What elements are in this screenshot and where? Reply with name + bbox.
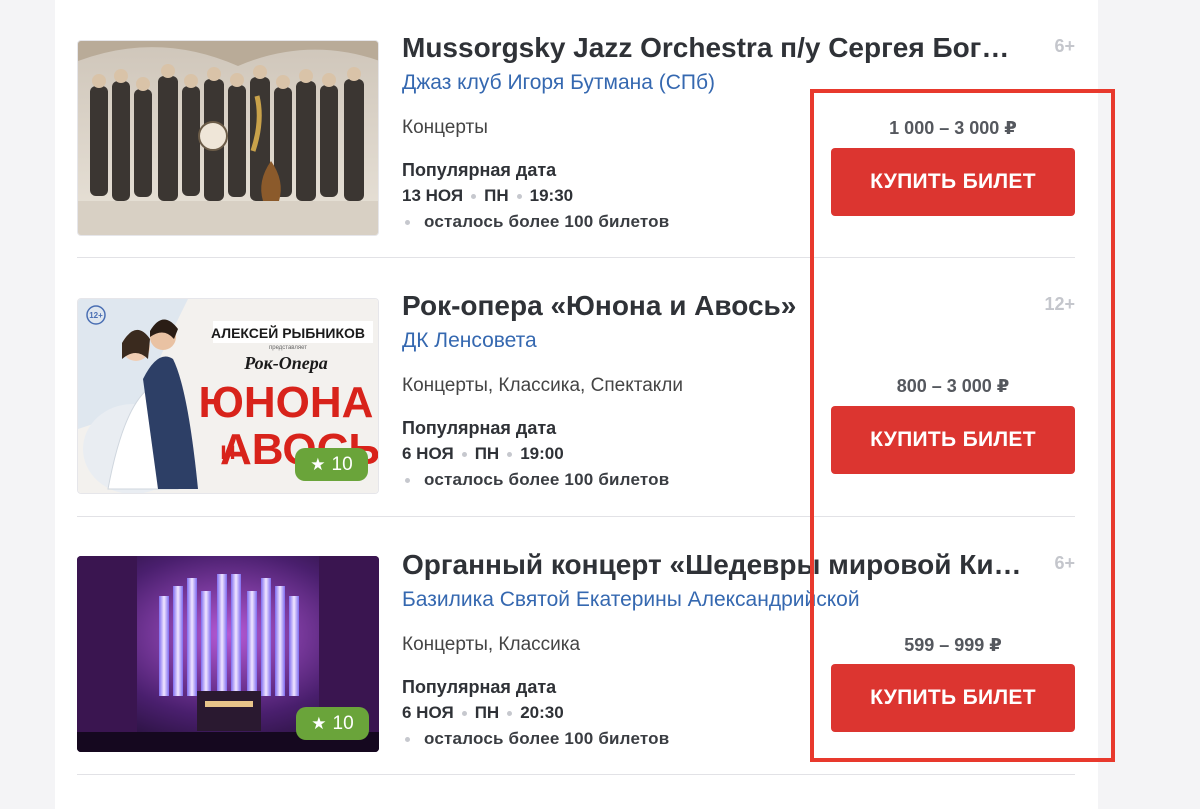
popular-date-label: Популярная дата bbox=[402, 677, 557, 697]
separator-dot bbox=[405, 736, 410, 742]
tickets-availability: осталось более 100 билетов bbox=[405, 470, 669, 490]
separator-dot bbox=[516, 193, 522, 199]
event-day: 13 НОЯ bbox=[402, 186, 464, 205]
age-rating: 6+ bbox=[1054, 36, 1075, 56]
event-image-organ-concert[interactable]: ★ 10 bbox=[77, 556, 379, 752]
event-image-juno-avos[interactable]: 12+ АЛЕКСЕЙ РЫБНИКОВ представляет Рок-Оп… bbox=[77, 298, 379, 494]
event-date: 13 НОЯ ПН 19:30 bbox=[402, 186, 573, 206]
event-category: Концерты, Классика bbox=[402, 634, 581, 655]
tickets-availability: осталось более 100 билетов bbox=[405, 212, 669, 232]
event-weekday: ПН bbox=[474, 444, 500, 463]
separator-dot bbox=[507, 451, 513, 457]
svg-text:Рок-Опера: Рок-Опера bbox=[243, 353, 327, 373]
separator-dot bbox=[405, 477, 410, 483]
venue-link[interactable]: Базилика Святой Екатерины Александрийско… bbox=[402, 588, 860, 612]
event-day: 6 НОЯ bbox=[402, 444, 454, 463]
event-weekday: ПН bbox=[484, 186, 509, 205]
rating-value: 10 bbox=[332, 712, 354, 734]
rating-value: 10 bbox=[331, 453, 353, 475]
popular-date-label: Популярная дата bbox=[402, 160, 557, 180]
highlight-annotation-box bbox=[810, 89, 1115, 762]
tickets-availability: осталось более 100 билетов bbox=[405, 729, 669, 749]
separator-dot bbox=[461, 451, 467, 457]
tickets-left-text: осталось более 100 билетов bbox=[424, 212, 670, 231]
event-title[interactable]: Mussorgsky Jazz Orchestra п/у Сергея Бог… bbox=[402, 32, 1032, 64]
svg-text:12+: 12+ bbox=[89, 311, 103, 320]
rating-badge: ★ 10 bbox=[295, 448, 368, 481]
event-time: 19:30 bbox=[529, 186, 574, 205]
separator-dot bbox=[405, 219, 410, 225]
venue-link[interactable]: ДК Ленсовета bbox=[402, 329, 537, 353]
rating-badge: ★ 10 bbox=[296, 707, 369, 740]
event-day: 6 НОЯ bbox=[402, 703, 454, 722]
event-category: Концерты, Классика, Спектакли bbox=[402, 375, 684, 396]
event-date: 6 НОЯ ПН 19:00 bbox=[402, 444, 564, 464]
event-image-jazz-orchestra[interactable] bbox=[77, 40, 379, 236]
event-date: 6 НОЯ ПН 20:30 bbox=[402, 703, 564, 723]
event-time: 19:00 bbox=[520, 444, 564, 463]
star-icon: ★ bbox=[310, 454, 326, 474]
separator-dot bbox=[461, 710, 467, 716]
separator-dot bbox=[507, 710, 513, 716]
star-icon: ★ bbox=[311, 713, 327, 733]
separator-dot bbox=[471, 193, 477, 199]
event-weekday: ПН bbox=[474, 703, 500, 722]
svg-text:представляет: представляет bbox=[269, 345, 307, 351]
popular-date-label: Популярная дата bbox=[402, 418, 557, 438]
event-category: Концерты bbox=[402, 117, 488, 138]
event-time: 20:30 bbox=[520, 703, 564, 722]
tickets-left-text: осталось более 100 билетов bbox=[424, 470, 670, 489]
svg-text:АЛЕКСЕЙ РЫБНИКОВ: АЛЕКСЕЙ РЫБНИКОВ bbox=[211, 324, 365, 341]
svg-text:ЮНОНА: ЮНОНА bbox=[199, 378, 374, 427]
tickets-left-text: осталось более 100 билетов bbox=[424, 729, 670, 748]
venue-link[interactable]: Джаз клуб Игоря Бутмана (СПб) bbox=[402, 71, 715, 95]
divider bbox=[77, 774, 1075, 775]
